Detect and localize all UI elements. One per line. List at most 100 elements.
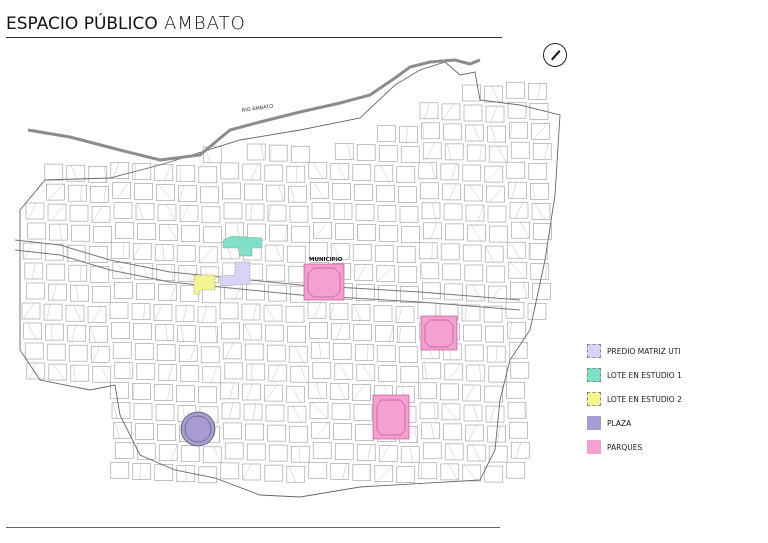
lot-line xyxy=(251,363,253,381)
city-block xyxy=(180,445,200,463)
lot-line xyxy=(199,246,215,263)
city-block xyxy=(114,362,134,379)
city-block xyxy=(312,441,332,459)
city-block xyxy=(462,464,482,482)
city-block xyxy=(69,204,89,222)
predio-matriz-uti xyxy=(219,261,251,287)
lot-line xyxy=(329,303,335,320)
lot-line xyxy=(464,304,468,322)
city-block xyxy=(114,282,133,299)
city-block xyxy=(286,165,306,183)
city-block xyxy=(220,162,240,180)
lot-line xyxy=(420,262,423,279)
lot-line xyxy=(515,442,522,459)
lot-line xyxy=(424,102,430,119)
lot-line xyxy=(265,305,276,322)
lot-line xyxy=(319,342,322,359)
city-block xyxy=(508,341,528,359)
city-block xyxy=(242,463,262,481)
city-block xyxy=(178,185,197,202)
lot-line xyxy=(537,83,541,100)
lot-line xyxy=(182,305,187,322)
lot-line xyxy=(430,222,437,239)
city-block xyxy=(442,263,462,281)
city-block xyxy=(308,461,328,479)
lot-line xyxy=(315,422,329,439)
lot-line xyxy=(447,443,456,460)
city-block xyxy=(45,323,64,341)
city-block xyxy=(329,303,349,320)
lot-line xyxy=(543,143,549,160)
lot-line xyxy=(298,446,300,463)
lot-line xyxy=(29,362,36,380)
legend-label: PLAZA xyxy=(607,418,632,428)
lot-line xyxy=(169,284,177,301)
city-block xyxy=(110,382,129,399)
footer-divider xyxy=(6,527,500,528)
city-block xyxy=(137,223,156,240)
city-block xyxy=(46,263,66,281)
city-block xyxy=(532,282,551,300)
lot-line xyxy=(353,304,362,321)
lot-line xyxy=(133,243,141,260)
lot-line xyxy=(76,285,79,302)
city-block xyxy=(395,306,415,324)
city-block xyxy=(48,363,68,381)
lot-line xyxy=(432,202,436,219)
city-block xyxy=(396,466,416,484)
lot-line xyxy=(342,463,347,480)
lot-line xyxy=(472,284,483,302)
city-block xyxy=(528,83,547,100)
city-block xyxy=(466,284,485,302)
lot-line xyxy=(122,242,124,259)
city-block xyxy=(510,281,529,299)
city-block xyxy=(506,161,526,179)
city-block xyxy=(268,364,288,382)
city-block xyxy=(179,205,199,222)
city-block xyxy=(223,202,243,220)
city-block xyxy=(198,166,218,184)
city-block xyxy=(352,384,371,401)
city-block xyxy=(264,464,284,482)
city-block xyxy=(375,325,394,342)
city-block xyxy=(378,285,397,302)
lot-line xyxy=(92,346,100,363)
lot-line xyxy=(448,183,457,200)
city-block xyxy=(24,342,44,360)
lot-line xyxy=(472,444,481,462)
city-block xyxy=(242,383,261,401)
city-block xyxy=(422,442,442,460)
lot-line xyxy=(389,325,394,342)
city-block xyxy=(487,125,506,143)
lot-line xyxy=(422,122,424,139)
city-block xyxy=(399,126,418,143)
city-block xyxy=(177,325,196,343)
lot-line xyxy=(92,306,102,323)
city-block xyxy=(421,422,440,440)
lot-line xyxy=(72,325,76,342)
city-block xyxy=(153,304,173,321)
city-block xyxy=(377,205,397,222)
city-block xyxy=(334,363,354,380)
municipio-label: MUNICIPIO xyxy=(309,257,343,263)
city-block xyxy=(374,165,394,182)
lot-line xyxy=(352,384,366,401)
city-block xyxy=(331,323,350,340)
city-block xyxy=(506,461,526,479)
lot-line xyxy=(23,302,34,320)
city-block xyxy=(330,383,349,400)
city-block xyxy=(376,345,396,362)
lot-line xyxy=(524,402,526,419)
lot-line xyxy=(362,364,373,381)
city-block xyxy=(508,261,528,279)
lot-line xyxy=(179,165,181,182)
city-block xyxy=(511,221,530,239)
city-block xyxy=(132,243,152,260)
city-block xyxy=(180,365,200,383)
legend-item: PREDIO MATRIZ UTI xyxy=(587,344,682,358)
city-block xyxy=(463,104,483,122)
legend-swatch xyxy=(587,440,601,454)
city-block xyxy=(378,365,398,382)
lot-line xyxy=(450,163,458,180)
city-block xyxy=(198,466,218,484)
